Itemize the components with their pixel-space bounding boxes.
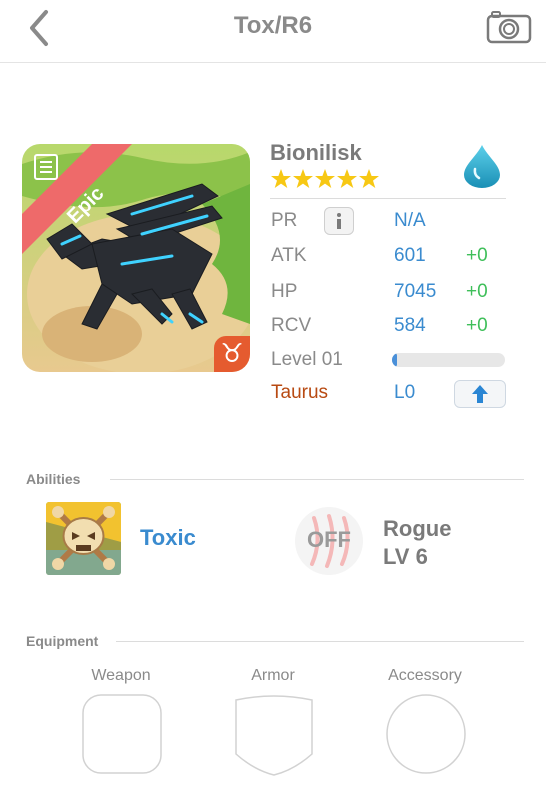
rcv-value: 584: [394, 315, 426, 336]
secondary-ability-level: LV 6: [383, 544, 428, 569]
equipment-section-title: Equipment: [26, 633, 99, 649]
atk-bonus: +0: [466, 245, 488, 266]
atk-label: ATK: [271, 245, 307, 266]
camera-icon: [486, 11, 532, 44]
monster-name: Bionilisk: [270, 140, 362, 165]
abilities-divider: [110, 479, 524, 480]
info-icon: [337, 213, 341, 229]
zodiac-upgrade-button[interactable]: [454, 380, 506, 408]
weapon-label: Weapon: [91, 667, 151, 684]
hp-value: 7045: [394, 281, 437, 302]
star-icon: [337, 169, 357, 188]
pr-value: N/A: [394, 210, 426, 231]
rogue-ability-icon[interactable]: OFF: [292, 506, 366, 576]
skull-icon: [46, 502, 121, 575]
zodiac-level: L0: [394, 382, 416, 403]
hp-bonus: +0: [466, 281, 488, 302]
weapon-slot-frame: [82, 694, 162, 774]
zodiac-label: Taurus: [271, 382, 329, 403]
accessory-slot-frame: [386, 694, 466, 774]
divider: [270, 198, 506, 199]
star-icon: [293, 169, 313, 188]
rcv-label: RCV: [271, 315, 312, 336]
info-button[interactable]: [324, 207, 354, 235]
rcv-bonus: +0: [466, 315, 488, 336]
toxic-ability-icon[interactable]: [46, 502, 121, 575]
accessory-label: Accessory: [388, 667, 462, 684]
atk-value: 601: [394, 245, 426, 266]
primary-ability-name[interactable]: Toxic: [140, 525, 196, 551]
page-title: Tox/R6: [233, 12, 313, 39]
zodiac-badge: ♉: [214, 336, 250, 372]
water-drop-icon: [462, 143, 502, 194]
monster-portrait[interactable]: Epic ♉: [22, 144, 250, 372]
secondary-ability: Rogue LV 6: [383, 515, 451, 571]
arrow-up-icon: [472, 385, 488, 403]
ability-status: OFF: [307, 527, 351, 552]
star-icon: [271, 169, 291, 188]
equipment-divider: [116, 641, 524, 642]
abilities-section-title: Abilities: [26, 471, 81, 487]
armor-label: Armor: [251, 667, 295, 684]
weapon-slot[interactable]: [82, 694, 162, 779]
hp-label: HP: [271, 281, 298, 302]
accessory-slot[interactable]: [386, 694, 466, 779]
pr-label: PR: [271, 210, 298, 231]
star-icon: [315, 169, 335, 188]
level-progress-fill: [392, 353, 397, 367]
armor-slot[interactable]: [234, 694, 314, 781]
star-icon: [359, 169, 379, 188]
taurus-icon: ♉: [220, 339, 244, 369]
document-icon: [32, 152, 60, 187]
header-bar: Tox/R6: [0, 0, 546, 63]
camera-button[interactable]: [486, 8, 532, 44]
level-progress-bar: [392, 353, 505, 367]
shield-icon: [235, 695, 313, 776]
level-label: Level 01: [271, 349, 343, 370]
star-rating: [270, 168, 382, 195]
secondary-ability-name: Rogue: [383, 516, 452, 541]
